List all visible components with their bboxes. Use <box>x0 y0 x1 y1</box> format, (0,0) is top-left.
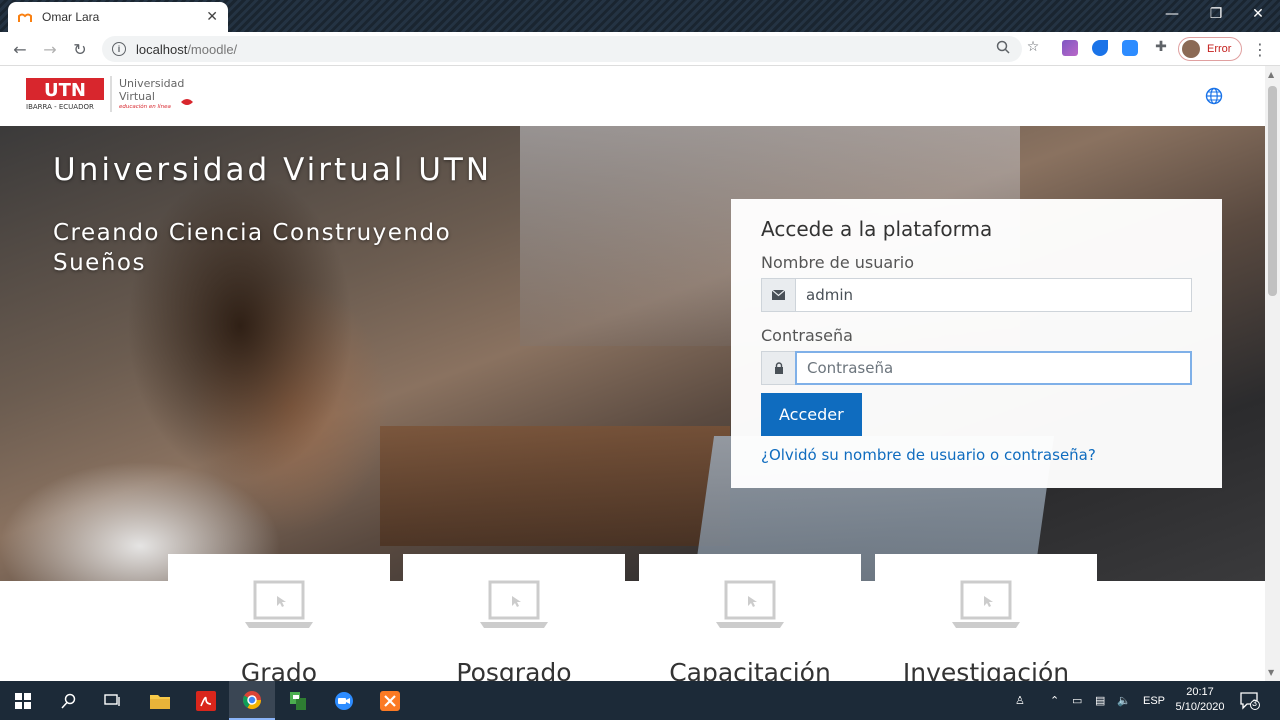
show-hidden-icons[interactable]: ⌃ <box>1050 681 1059 720</box>
card-grado[interactable]: Grado <box>168 554 390 681</box>
profile-status: Error <box>1207 43 1232 55</box>
card-capacitacion[interactable]: Capacitación <box>639 554 861 681</box>
login-heading: Accede a la plataforma <box>761 217 993 241</box>
username-field[interactable] <box>795 278 1192 312</box>
browser-tab[interactable]: Omar Lara ✕ <box>8 2 228 32</box>
browser-menu-icon[interactable]: ⋮ <box>1252 40 1268 59</box>
profile-button[interactable]: Error <box>1178 37 1242 61</box>
scroll-thumb[interactable] <box>1268 86 1277 296</box>
extension-drop-icon[interactable] <box>1092 40 1108 56</box>
clock-time: 20:17 <box>1186 686 1214 698</box>
action-center-icon[interactable]: 3 <box>1240 681 1260 720</box>
logo-text-1: Universidad <box>119 77 184 90</box>
clock-date: 5/10/2020 <box>1175 701 1225 713</box>
site-header: UTN IBARRA - ECUADOR Universidad Virtual… <box>0 66 1265 126</box>
card-label: Capacitación <box>669 658 831 681</box>
logo-text-2: Virtual <box>119 90 155 103</box>
laptop-icon <box>241 578 317 634</box>
windows-taskbar: ♙ ⌃ ▭ ▤ 🔈 ESP 20:17 5/10/2020 3 <box>0 681 1280 720</box>
utn-logo[interactable]: UTN IBARRA - ECUADOR Universidad Virtual… <box>26 76 196 116</box>
laptop-icon <box>476 578 552 634</box>
browser-toolbar: ← → ↻ i localhost/moodle/ ☆ ✚ <box>0 32 1280 66</box>
card-label: Posgrado <box>456 658 572 681</box>
tab-close-icon[interactable]: ✕ <box>206 9 218 25</box>
zoom-icon[interactable] <box>992 36 1014 58</box>
restore-icon[interactable]: ❐ <box>1194 0 1238 28</box>
browser-tabstrip: Omar Lara ✕ — ❐ ✕ <box>0 0 1280 32</box>
hero-banner: Universidad Virtual UTN Creando Ciencia … <box>0 126 1265 581</box>
card-posgrado[interactable]: Posgrado <box>403 554 625 681</box>
scroll-up-icon[interactable]: ▲ <box>1268 70 1274 79</box>
back-icon[interactable]: ← <box>8 38 32 60</box>
system-clock[interactable]: 20:17 5/10/2020 <box>1170 685 1230 715</box>
people-icon[interactable]: ♙ <box>1015 681 1025 720</box>
avatar <box>1181 39 1201 59</box>
language-indicator[interactable]: ESP <box>1143 681 1165 720</box>
windows-start-icon[interactable] <box>0 681 46 720</box>
minimize-icon[interactable]: — <box>1150 0 1194 28</box>
task-view-icon[interactable] <box>90 681 136 720</box>
address-bar[interactable]: i localhost/moodle/ <box>102 36 1022 62</box>
laptop-icon <box>712 578 788 634</box>
password-label: Contraseña <box>761 326 853 345</box>
search-icon[interactable] <box>46 681 92 720</box>
url-host: localhost <box>136 41 188 57</box>
hero-subtitle: Creando Ciencia Construyendo Sueños <box>53 220 452 276</box>
reload-icon[interactable]: ↻ <box>68 38 92 60</box>
moodle-favicon-icon <box>18 10 32 24</box>
tab-title: Omar Lara <box>42 10 100 24</box>
zoom-extension-icon[interactable] <box>1122 40 1138 56</box>
file-explorer-icon[interactable] <box>137 681 183 720</box>
envelope-icon <box>761 278 795 312</box>
logo-place: IBARRA - ECUADOR <box>26 103 94 111</box>
forward-icon[interactable]: → <box>38 38 62 60</box>
chrome-icon[interactable] <box>229 681 275 720</box>
url-path: /moodle/ <box>187 41 238 57</box>
login-panel: Accede a la plataforma Nombre de usuario… <box>731 199 1222 488</box>
network-icon[interactable]: ▤ <box>1095 681 1105 720</box>
close-window-icon[interactable]: ✕ <box>1236 0 1280 28</box>
battery-icon[interactable]: ▭ <box>1072 681 1082 720</box>
web-page: UTN IBARRA - ECUADOR Universidad Virtual… <box>0 66 1265 681</box>
site-info-icon[interactable]: i <box>112 42 126 56</box>
hero-title: Universidad Virtual UTN <box>53 152 493 188</box>
acrobat-icon[interactable] <box>183 681 229 720</box>
forgot-password-link[interactable]: ¿Olvidó su nombre de usuario o contraseñ… <box>761 446 1192 464</box>
page-scrollbar[interactable]: ▲ ▼ <box>1265 66 1280 681</box>
zoom-app-icon[interactable] <box>321 681 367 720</box>
network-app-icon[interactable] <box>275 681 321 720</box>
logo-abbr: UTN <box>44 80 86 101</box>
lock-icon <box>761 351 795 385</box>
volume-icon[interactable]: 🔈 <box>1117 681 1131 720</box>
laptop-icon <box>948 578 1024 634</box>
bookmark-star-icon[interactable]: ☆ <box>1022 36 1044 58</box>
password-group <box>761 351 1192 385</box>
scroll-down-icon[interactable]: ▼ <box>1268 668 1274 677</box>
username-label: Nombre de usuario <box>761 253 914 272</box>
extension-pen-icon[interactable] <box>1062 40 1078 56</box>
notification-count: 3 <box>1252 698 1258 708</box>
card-label: Grado <box>240 658 318 681</box>
logo-tagline: educación en línea <box>119 103 171 110</box>
language-globe-icon[interactable] <box>1205 87 1223 105</box>
card-investigacion[interactable]: Investigación <box>875 554 1097 681</box>
extensions-puzzle-icon[interactable]: ✚ <box>1150 36 1172 58</box>
login-button[interactable]: Acceder <box>761 393 862 436</box>
password-field[interactable] <box>795 351 1192 385</box>
xampp-icon[interactable] <box>367 681 413 720</box>
username-group <box>761 278 1192 312</box>
hero-background-table <box>380 426 730 546</box>
card-label: Investigación <box>902 658 1070 681</box>
